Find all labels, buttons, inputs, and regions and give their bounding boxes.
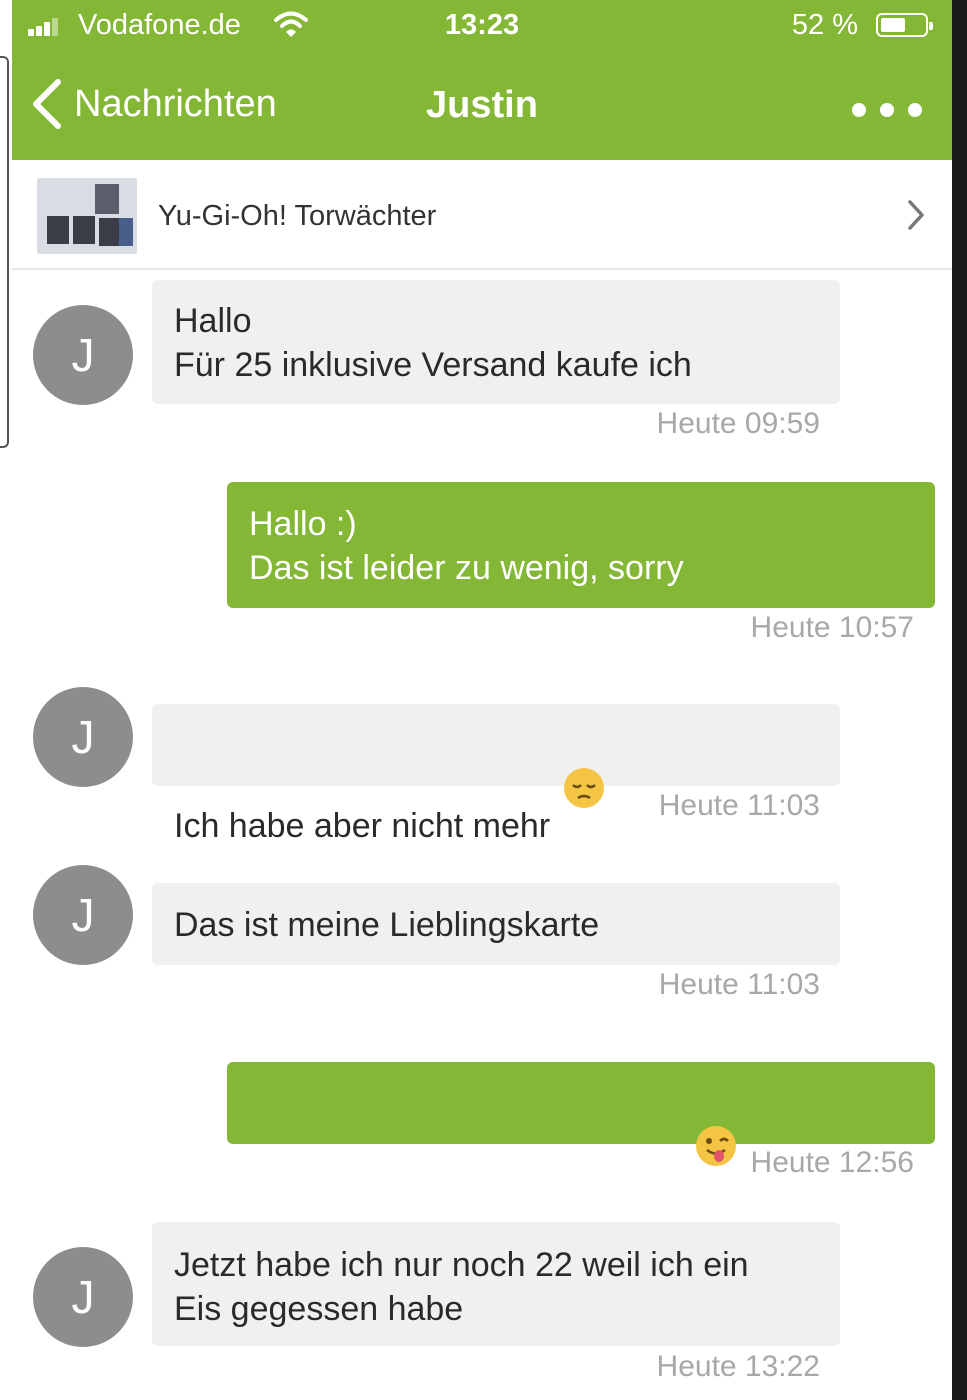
- message-timestamp: Heute 09:59: [656, 407, 820, 440]
- back-button[interactable]: Nachrichten: [30, 74, 277, 134]
- screen-edge-right: [952, 0, 967, 1400]
- avatar[interactable]: J: [33, 305, 133, 405]
- outgoing-message: Ist auch echt eine gute Karte: [227, 1062, 935, 1203]
- listing-thumbnail: [37, 178, 137, 254]
- chevron-left-icon: [33, 79, 61, 129]
- more-options-button[interactable]: [852, 90, 922, 130]
- back-label: Nachrichten: [74, 82, 277, 125]
- incoming-message: Ich habe aber nicht mehr: [152, 704, 840, 845]
- incoming-message: Das ist meine Lieblingskarte: [152, 883, 840, 965]
- message-text: Ist auch echt eine gute Karte: [249, 1165, 682, 1203]
- status-bar: Vodafone.de 13:23 52 %: [12, 0, 952, 54]
- message-timestamp: Heute 10:57: [750, 611, 914, 644]
- avatar[interactable]: J: [33, 1247, 133, 1347]
- app-header: Vodafone.de 13:23 52 % Nachrichten Justi…: [12, 0, 952, 160]
- message-timestamp: Heute 11:03: [658, 789, 820, 822]
- listing-bar[interactable]: Yu-Gi-Oh! Torwächter: [12, 160, 952, 270]
- battery-icon: [876, 13, 933, 37]
- message-timestamp: Heute 13:22: [656, 1350, 820, 1383]
- listing-title: Yu-Gi-Oh! Torwächter: [158, 200, 437, 232]
- winking-face-with-tongue-icon: [695, 1126, 736, 1166]
- pensive-face-icon: [564, 768, 605, 808]
- incoming-message: Jetzt habe ich nur noch 22 weil ich ein …: [152, 1222, 840, 1346]
- screen-edge: [0, 0, 12, 1400]
- incoming-message: Hallo Für 25 inklusive Versand kaufe ich: [152, 280, 840, 404]
- device-frame: [0, 56, 9, 448]
- more-icon: [852, 103, 866, 117]
- avatar[interactable]: J: [33, 687, 133, 787]
- message-timestamp: Heute 11:03: [658, 968, 820, 1001]
- message-text: Ich habe aber nicht mehr: [174, 807, 551, 845]
- battery-percentage: 52 %: [791, 9, 858, 41]
- message-timestamp: Heute 12:56: [750, 1146, 914, 1179]
- outgoing-message: Hallo :) Das ist leider zu wenig, sorry: [227, 482, 935, 608]
- avatar[interactable]: J: [33, 865, 133, 965]
- chevron-right-icon: [908, 200, 924, 230]
- navigation-bar: Nachrichten Justin: [12, 60, 952, 150]
- chat-screen: Vodafone.de 13:23 52 % Nachrichten Justi…: [12, 0, 952, 1400]
